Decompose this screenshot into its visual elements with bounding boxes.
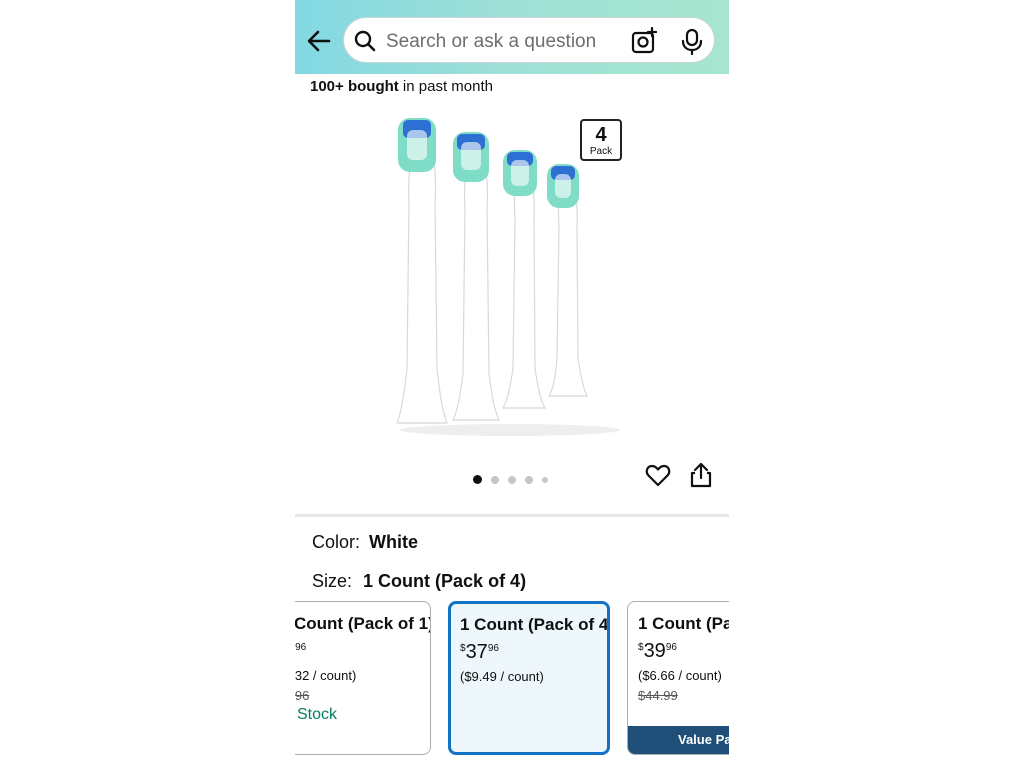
size-option-price: $3796 — [460, 641, 499, 664]
pack-count-label: Pack — [589, 146, 613, 157]
price-fraction: 96 — [295, 642, 307, 653]
size-option-price: $3996 — [638, 640, 677, 663]
microphone-icon[interactable] — [680, 28, 704, 56]
size-label: Size: — [312, 571, 353, 591]
app-screen: 100+ bought in past month 4 — [295, 0, 729, 768]
size-option-list-price: 1.96 — [295, 688, 310, 703]
purchase-count-rest: in past month — [398, 78, 493, 95]
color-selection: Color: White — [312, 532, 418, 553]
price-whole: 37 — [465, 641, 488, 663]
size-option-unit-price: 9.32 / count) — [295, 668, 357, 683]
section-divider — [295, 514, 729, 517]
brush-head-3 — [501, 150, 547, 409]
price-currency: $ — [638, 642, 644, 653]
back-arrow-icon[interactable] — [305, 26, 333, 56]
size-value: 1 Count (Pack of 4) — [363, 571, 527, 591]
pack-count-number: 4 — [595, 124, 607, 146]
price-fraction: 96 — [487, 643, 499, 654]
size-option-unit-price: ($9.49 / count) — [460, 669, 544, 684]
price-currency: $ — [460, 643, 466, 654]
search-box[interactable] — [343, 17, 715, 63]
color-value: White — [369, 532, 419, 552]
carousel-dot[interactable] — [473, 475, 482, 485]
size-option-price: 796 — [295, 640, 306, 663]
size-option-stock: Stock — [297, 706, 338, 723]
carousel-dot[interactable] — [525, 475, 533, 484]
size-option-title: 1 Count (Pac — [638, 614, 729, 633]
camera-search-icon[interactable] — [630, 27, 658, 55]
size-option-list-price: $44.99 — [638, 688, 678, 703]
pack-count-badge: 4 Pack — [580, 119, 622, 161]
price-fraction: 96 — [665, 642, 677, 653]
brush-head-4 — [547, 164, 588, 397]
purchase-count-bold: 100+ bought — [310, 78, 399, 95]
search-input[interactable] — [384, 27, 618, 57]
search-icon — [354, 30, 376, 52]
purchase-count: 100+ bought in past month — [310, 78, 493, 95]
search-header — [295, 0, 729, 74]
image-carousel-dots[interactable] — [473, 471, 557, 485]
carousel-dot[interactable] — [508, 475, 516, 484]
brush-head-1 — [396, 118, 448, 424]
price-whole: 39 — [643, 640, 666, 662]
brush-head-2 — [452, 132, 500, 421]
carousel-dot[interactable] — [542, 476, 548, 483]
share-icon[interactable] — [689, 462, 713, 488]
value-pack-banner: Value Pac — [628, 726, 729, 754]
size-selection: Size: 1 Count (Pack of 4) — [312, 571, 526, 592]
size-option-pack-of-1[interactable]: Count (Pack of 1) 796 9.32 / count) 1.96… — [295, 601, 431, 755]
size-option-title: Count (Pack of 1) — [295, 614, 431, 633]
color-label: Color: — [312, 532, 361, 552]
size-option-unit-price: ($6.66 / count) — [638, 668, 722, 683]
heart-icon[interactable] — [645, 462, 671, 488]
size-option-value-pack[interactable]: 1 Count (Pac $3996 ($6.66 / count) $44.9… — [627, 601, 729, 755]
size-option-pack-of-4[interactable]: 1 Count (Pack of 4) $3796 ($9.49 / count… — [448, 601, 610, 755]
carousel-dot[interactable] — [491, 475, 499, 484]
size-option-title: 1 Count (Pack of 4) — [460, 615, 610, 634]
